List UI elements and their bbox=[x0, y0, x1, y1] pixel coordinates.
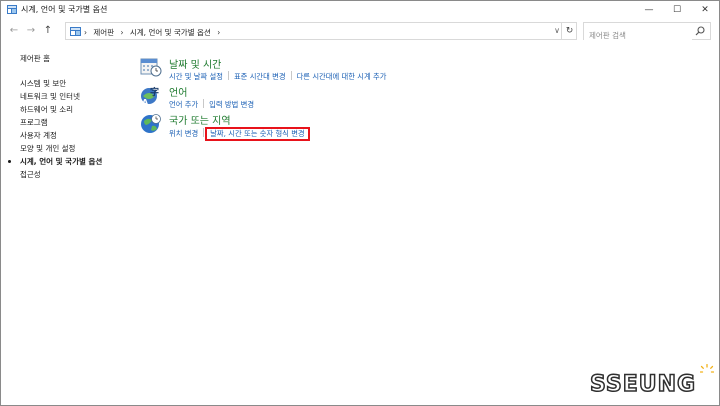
up-button[interactable]: ↑ bbox=[42, 25, 54, 36]
region-links: 위치 변경 날짜, 시간 또는 숫자 형식 변경 bbox=[169, 127, 310, 141]
sidebar-item-network-internet[interactable]: 네트워크 및 인터넷 bbox=[20, 90, 130, 103]
date-time-links: 시간 및 날짜 설정 표준 시간대 변경 다른 시간대에 대한 시계 추가 bbox=[169, 71, 386, 82]
svg-text:字: 字 bbox=[150, 86, 159, 98]
window-title: 시계, 언어 및 국가별 옵션 bbox=[21, 5, 108, 14]
sidebar-item-hardware-sound[interactable]: 하드웨어 및 소리 bbox=[20, 103, 130, 116]
sidebar-home-link[interactable]: 제어판 홈 bbox=[20, 53, 130, 64]
link-divider bbox=[203, 128, 205, 137]
change-timezone-link[interactable]: 표준 시간대 변경 bbox=[234, 72, 286, 81]
add-language-link[interactable]: 언어 추가 bbox=[169, 100, 198, 109]
change-date-time-number-formats-link[interactable]: 날짜, 시간 또는 숫자 형식 변경 bbox=[210, 129, 304, 138]
breadcrumb-separator[interactable]: › bbox=[120, 28, 123, 37]
sidebar: 제어판 홈 시스템 및 보안 네트워크 및 인터넷 하드웨어 및 소리 프로그램… bbox=[8, 53, 130, 181]
sidebar-item-appearance[interactable]: 모양 및 개인 설정 bbox=[20, 142, 130, 155]
sidebar-item-accessibility[interactable]: 접근성 bbox=[20, 168, 130, 181]
search-input[interactable] bbox=[584, 27, 692, 44]
lightbulb-icon bbox=[700, 364, 714, 373]
add-clocks-link[interactable]: 다른 시간대에 대한 시계 추가 bbox=[297, 72, 387, 81]
highlight-box: 날짜, 시간 또는 숫자 형식 변경 bbox=[205, 127, 310, 141]
language-title-link[interactable]: 언어 bbox=[169, 84, 187, 99]
watermark-text: SSEUNG bbox=[589, 371, 697, 398]
change-input-method-link[interactable]: 입력 방법 변경 bbox=[209, 100, 254, 109]
back-button[interactable]: ← bbox=[8, 25, 20, 36]
refresh-button[interactable]: ↻ bbox=[561, 23, 577, 39]
title-bar: 시계, 언어 및 국가별 옵션 — ☐ ✕ bbox=[1, 1, 719, 18]
sidebar-item-clock-language-region[interactable]: 시계, 언어 및 국가별 옵션 bbox=[20, 155, 130, 168]
sseung-watermark-logo: SSEUNG bbox=[589, 364, 714, 398]
control-panel-icon bbox=[7, 5, 17, 14]
language-icon[interactable]: 字 A bbox=[140, 84, 162, 106]
search-box bbox=[583, 22, 711, 44]
date-time-title-link[interactable]: 날짜 및 시간 bbox=[169, 56, 221, 71]
set-time-date-link[interactable]: 시간 및 날짜 설정 bbox=[169, 72, 223, 81]
link-divider bbox=[290, 71, 292, 80]
link-divider bbox=[203, 99, 205, 108]
address-field[interactable]: › 제어판 › 시계, 언어 및 국가별 옵션 › ∨ bbox=[65, 22, 577, 40]
control-panel-folder-icon bbox=[70, 27, 81, 36]
maximize-button[interactable]: ☐ bbox=[663, 1, 691, 18]
globe-clock-icon[interactable] bbox=[140, 112, 162, 134]
breadcrumb-clock-language-region[interactable]: 시계, 언어 및 국가별 옵션 bbox=[130, 28, 211, 37]
language-links: 언어 추가 입력 방법 변경 bbox=[169, 99, 254, 110]
breadcrumb: › 제어판 › 시계, 언어 및 국가별 옵션 › bbox=[84, 27, 224, 38]
address-toolbar: ← → ↑ › 제어판 › 시계, 언어 및 국가별 옵션 › ∨ ↻ bbox=[1, 18, 719, 44]
calendar-clock-icon[interactable] bbox=[140, 56, 162, 78]
breadcrumb-separator[interactable]: › bbox=[84, 28, 87, 37]
close-button[interactable]: ✕ bbox=[691, 1, 719, 18]
change-location-link[interactable]: 위치 변경 bbox=[169, 129, 198, 138]
active-item-bullet bbox=[8, 160, 11, 163]
forward-button[interactable]: → bbox=[25, 25, 37, 36]
region-title-link[interactable]: 국가 또는 지역 bbox=[169, 112, 231, 127]
link-divider bbox=[227, 71, 229, 80]
chevron-down-icon[interactable]: ∨ bbox=[554, 26, 560, 35]
sidebar-item-programs[interactable]: 프로그램 bbox=[20, 116, 130, 129]
breadcrumb-separator[interactable]: › bbox=[217, 28, 220, 37]
minimize-button[interactable]: — bbox=[635, 1, 663, 18]
sidebar-item-user-accounts[interactable]: 사용자 계정 bbox=[20, 129, 130, 142]
breadcrumb-control-panel[interactable]: 제어판 bbox=[93, 28, 114, 37]
sidebar-item-system-security[interactable]: 시스템 및 보안 bbox=[20, 77, 130, 90]
svg-text:A: A bbox=[142, 98, 149, 106]
search-icon[interactable] bbox=[695, 26, 705, 36]
